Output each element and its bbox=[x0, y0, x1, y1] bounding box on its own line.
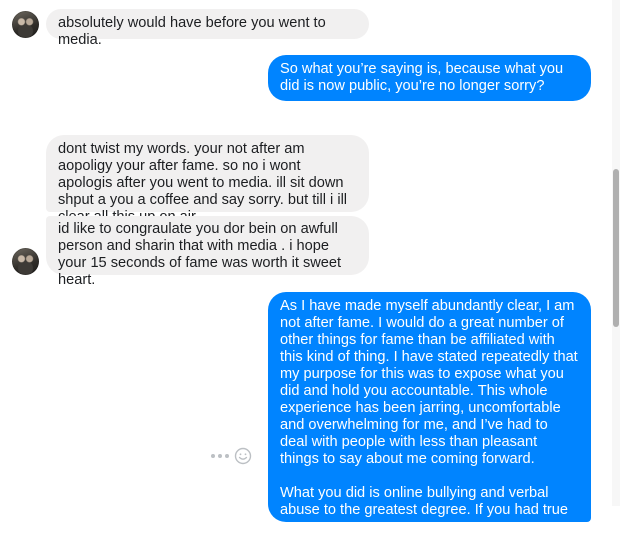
message-incoming[interactable]: dont twist my words. your not after am a… bbox=[46, 135, 369, 225]
avatar[interactable] bbox=[12, 11, 39, 38]
avatar[interactable] bbox=[12, 248, 39, 275]
emoji-reaction-icon[interactable] bbox=[234, 447, 252, 465]
scrollbar-thumb[interactable] bbox=[613, 169, 619, 327]
message-outgoing[interactable]: So what you’re saying is, because what y… bbox=[268, 55, 591, 101]
message-incoming[interactable]: absolutely would have before you went to… bbox=[46, 9, 369, 48]
message-outgoing[interactable]: As I have made myself abundantly clear, … bbox=[268, 292, 591, 535]
message-incoming[interactable]: id like to congraulate you dor bein on a… bbox=[46, 216, 369, 288]
more-options-icon[interactable] bbox=[211, 452, 229, 460]
